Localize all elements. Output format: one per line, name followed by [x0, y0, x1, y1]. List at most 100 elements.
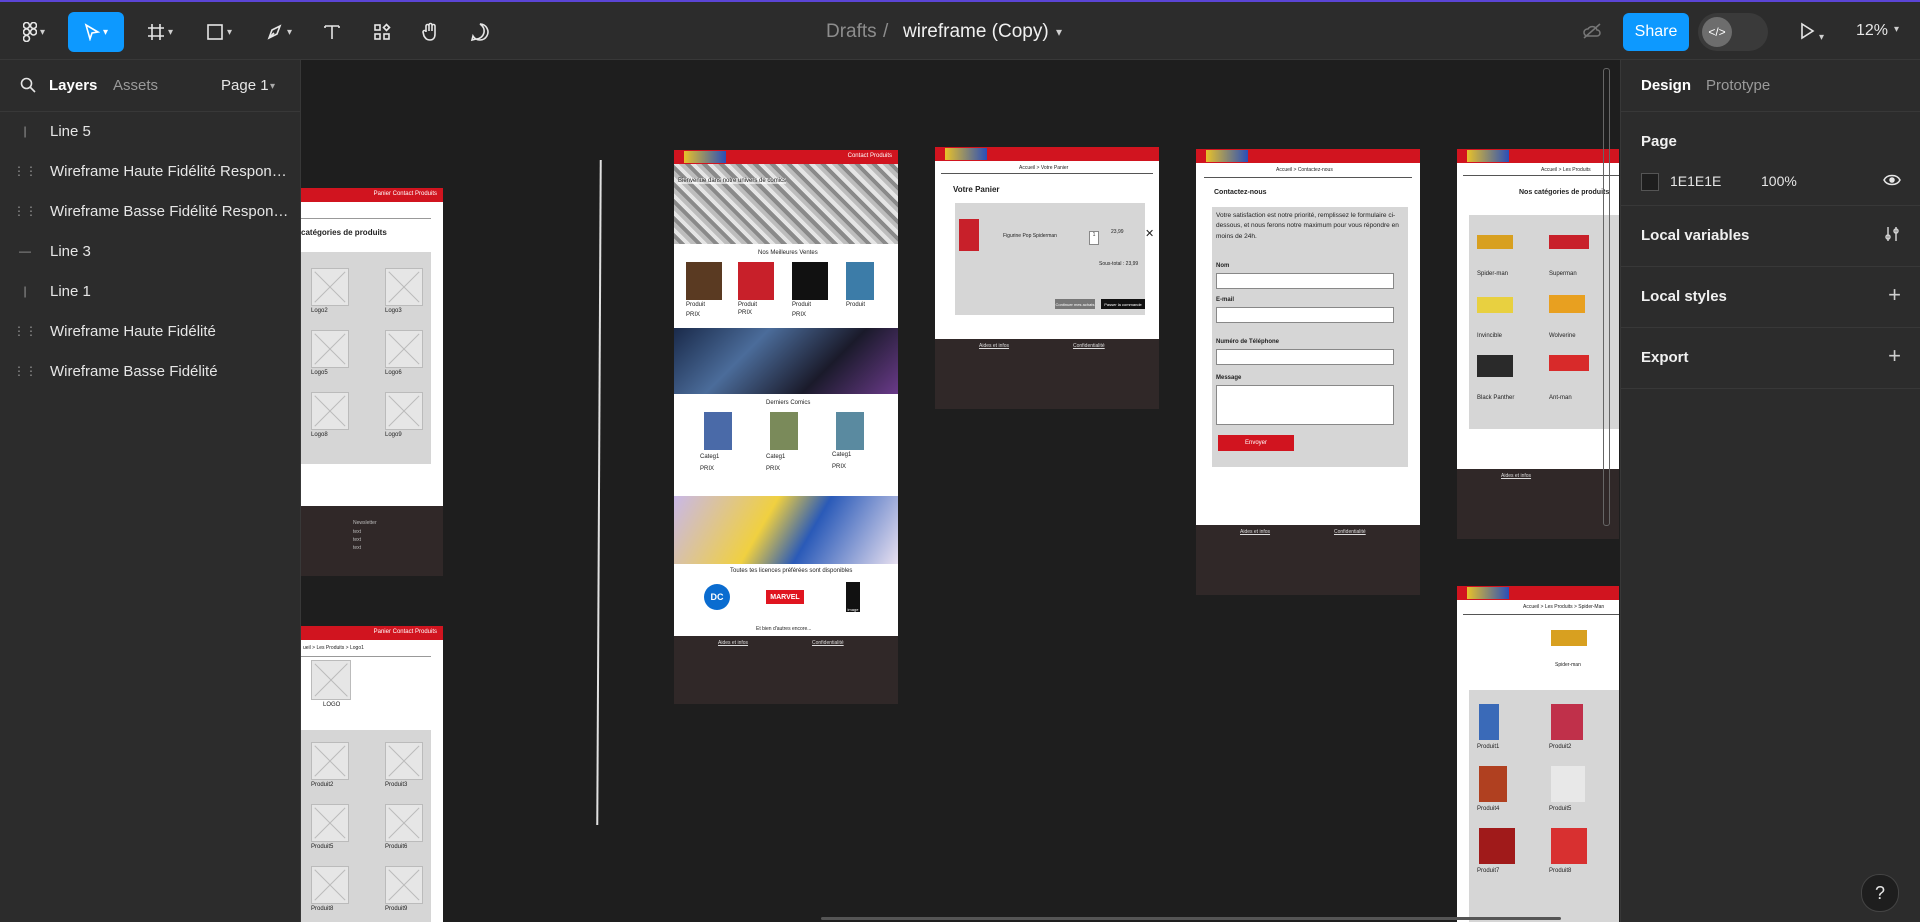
local-styles-section[interactable]: Local styles + [1621, 266, 1920, 328]
figma-logo-icon[interactable]: ▾ [14, 12, 54, 52]
frame-tool[interactable]: ▾ [140, 12, 180, 52]
frame-categories-low-fi[interactable]: Panier Contact Produits catégories de pr… [301, 188, 443, 576]
tab-design[interactable]: Design [1641, 77, 1691, 94]
zoom-level[interactable]: 12% [1856, 22, 1888, 40]
logo-label: Logo9 [385, 432, 402, 438]
horizontal-scrollbar[interactable] [821, 917, 1561, 920]
chevron-down-icon[interactable]: ▾ [1056, 25, 1062, 39]
comic-label: Categ1 [700, 454, 720, 460]
frame-icon: ⋮⋮ [13, 164, 37, 178]
zoom-chevron-icon[interactable]: ▾ [1894, 24, 1899, 35]
category-label: Invincible [1477, 333, 1503, 339]
add-style-icon[interactable]: + [1888, 282, 1901, 308]
search-icon[interactable] [20, 77, 36, 98]
frame-categories-hi-fi[interactable]: Accueil > Les Produits Nos catégories de… [1457, 149, 1619, 469]
frame-cart-hi-fi[interactable]: Accueil > Votre Panier Votre Panier Figu… [935, 147, 1159, 339]
layer-name: Wireframe Haute Fidélité [50, 322, 216, 340]
frame-nav: Contact Produits [847, 153, 892, 159]
product-label: Produit5 [311, 844, 334, 850]
footer-heading: Aides et infos [1501, 473, 1532, 479]
layer-item[interactable]: ⋮⋮ Wireframe Basse Fidélité Responsi... [0, 191, 300, 231]
eye-icon[interactable] [1883, 173, 1901, 192]
category-logo [1549, 295, 1585, 313]
frame-nav: Panier Contact Produits [373, 191, 437, 197]
breadcrumb[interactable]: Drafts [826, 21, 877, 43]
frame-title: catégories de produits [301, 228, 387, 237]
section-label: Export [1641, 349, 1689, 366]
text-tool[interactable] [316, 12, 348, 52]
product-label: Produit [846, 302, 866, 308]
play-icon[interactable]: ▾ [1798, 22, 1824, 45]
line-1[interactable] [596, 159, 602, 826]
share-button[interactable]: Share [1623, 13, 1689, 51]
logo-label: Logo2 [311, 308, 328, 314]
page-color-value[interactable]: 1E1E1E [1670, 173, 1721, 189]
frame-footer [674, 636, 898, 704]
phone-field [1216, 349, 1394, 365]
frame-products-low-fi[interactable]: Panier Contact Produits ueil > Les Produ… [301, 626, 443, 922]
offline-cloud-icon [1582, 22, 1602, 45]
product-image [1551, 704, 1583, 740]
layer-item[interactable]: ⋮⋮ Wireframe Basse Fidélité [0, 351, 300, 391]
layer-item[interactable]: ⋮⋮ Wireframe Haute Fidélité [0, 311, 300, 351]
layer-item[interactable]: | Line 1 [0, 271, 300, 311]
hero-label: Spider-man [1555, 662, 1581, 668]
tab-assets[interactable]: Assets [113, 77, 158, 94]
help-button[interactable]: ? [1861, 874, 1899, 912]
layer-name: Wireframe Basse Fidélité Responsi... [50, 202, 290, 220]
category-logo [1477, 297, 1513, 313]
comic-label: Categ1 [766, 454, 786, 460]
licences-text: Toutes tes licences préférées sont dispo… [730, 568, 853, 574]
layer-item[interactable]: — Line 3 [0, 231, 300, 271]
layer-name: Line 3 [50, 242, 91, 260]
shape-tool[interactable]: ▾ [198, 12, 240, 52]
local-variables-section[interactable]: Local variables [1621, 205, 1920, 267]
invincible-banner [674, 496, 898, 564]
logo-placeholder [385, 268, 423, 306]
chevron-down-icon[interactable]: ▾ [270, 81, 275, 92]
frame-header [1457, 149, 1619, 163]
frame-icon: ⋮⋮ [13, 204, 37, 218]
frame-header: Contact Produits [674, 150, 898, 164]
layer-item[interactable]: ⋮⋮ Wireframe Haute Fidélité Responsi... [0, 151, 300, 191]
design-panel-tabs: Design Prototype [1621, 60, 1920, 112]
comic-price: PRIX [766, 466, 781, 472]
comment-tool[interactable] [464, 12, 496, 52]
hand-tool[interactable] [414, 12, 446, 52]
page-opacity[interactable]: 100% [1761, 173, 1797, 189]
frame-breadcrumb: ueil > Les Produits > Logo1 [303, 645, 364, 651]
add-export-icon[interactable]: + [1888, 343, 1901, 369]
canvas[interactable]: Panier Contact Produits catégories de pr… [301, 60, 1619, 922]
category-label: Superman [1549, 271, 1577, 277]
variables-icon[interactable] [1883, 225, 1901, 248]
resources-tool[interactable] [366, 12, 398, 52]
pen-tool[interactable]: ▾ [258, 12, 300, 52]
page-selector[interactable]: Page 1 [221, 77, 269, 94]
export-section[interactable]: Export + [1621, 327, 1920, 389]
tab-prototype[interactable]: Prototype [1706, 77, 1770, 94]
frame-home-hi-fi[interactable]: Contact Produits Bienvenue dans notre un… [674, 150, 898, 704]
dc-logo: DC [704, 584, 730, 610]
layer-item[interactable]: | Line 5 [0, 111, 300, 151]
frame-product-list-hi-fi[interactable]: Accueil > Les Produits > Spider-Man Spid… [1457, 586, 1619, 922]
vertical-scrollbar[interactable] [1603, 68, 1610, 526]
logo-label: Logo8 [311, 432, 328, 438]
product-placeholder [385, 866, 423, 904]
tab-layers[interactable]: Layers [49, 77, 97, 94]
frame-contact-hi-fi[interactable]: Accueil > Contactez-nous Contactez-nous … [1196, 149, 1420, 525]
product-image [846, 262, 874, 300]
hero-image [674, 164, 898, 244]
frame-title: Nos catégories de produits [1519, 189, 1610, 196]
product-image [686, 262, 722, 300]
footer-text: text [353, 545, 362, 551]
product-label: Produit [738, 302, 758, 308]
message-field [1216, 385, 1394, 425]
page-color-swatch[interactable] [1641, 173, 1659, 191]
logo-label: Logo3 [385, 308, 402, 314]
dev-mode-toggle[interactable]: </> [1698, 13, 1768, 51]
shop-logo [945, 148, 987, 160]
document-title[interactable]: wireframe (Copy) [903, 21, 1049, 43]
move-tool[interactable]: ▾ [68, 12, 124, 52]
line-vertical-icon: | [23, 284, 27, 298]
divider [1463, 175, 1619, 176]
